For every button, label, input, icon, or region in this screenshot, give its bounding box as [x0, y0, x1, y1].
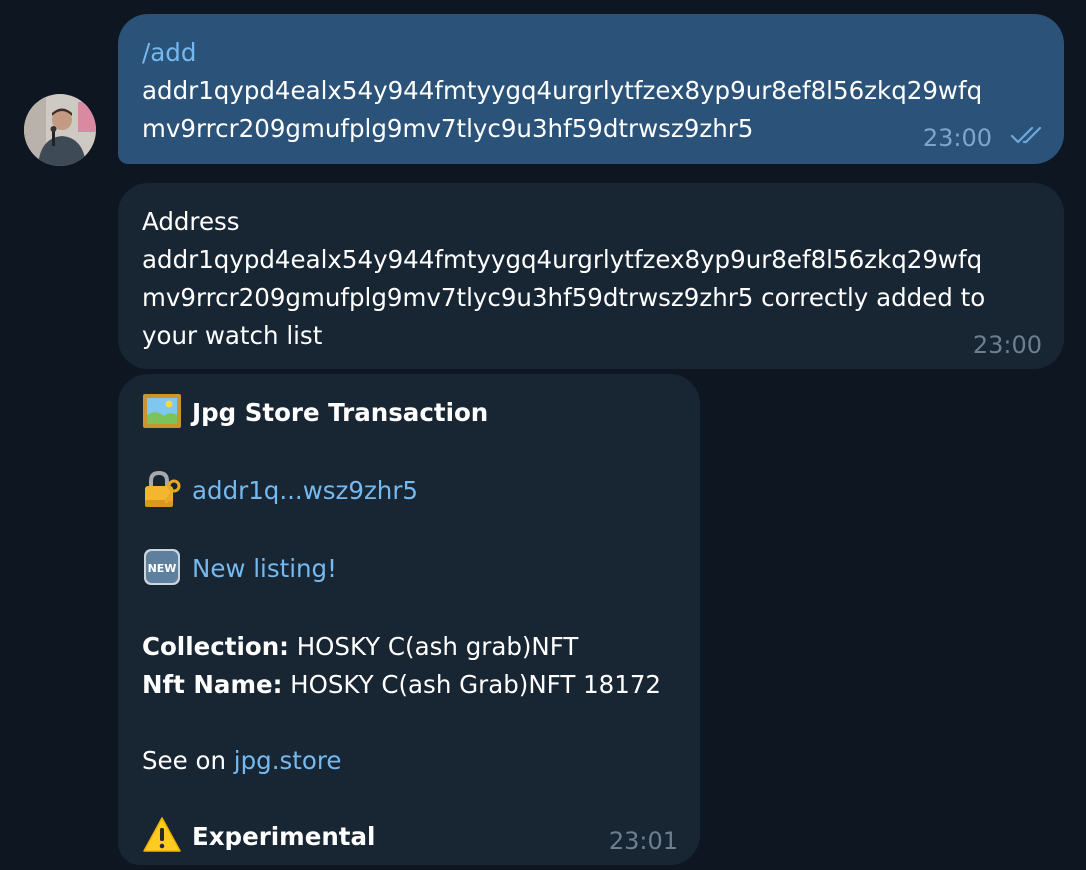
collection-row: Collection: HOSKY C(ash grab)NFT — [142, 628, 676, 666]
address-row: addr1q...wsz9zhr5 — [142, 469, 676, 512]
double-check-icon — [1010, 124, 1050, 150]
collection-label: Collection: — [142, 632, 289, 661]
transaction-notification-message[interactable]: Jpg Store Transaction addr1q...wsz9zhr5 … — [118, 374, 700, 865]
address-short-link[interactable]: addr1q...wsz9zhr5 — [192, 476, 418, 505]
reply-line-2: addr1qypd4ealx54y944fmtyygq4urgrlytfzex8… — [142, 245, 983, 274]
command-link[interactable]: /add — [142, 34, 1040, 72]
svg-text:NEW: NEW — [148, 562, 177, 575]
collection-value: HOSKY C(ash grab)NFT — [288, 632, 579, 661]
reply-line-4: your watch list — [142, 321, 323, 350]
message-time: 23:01 — [608, 827, 678, 855]
reply-line-3: mv9rrcr209gmufplg9mv7tlyc9u3hf59dtrwsz9z… — [142, 283, 986, 312]
experimental-row: Experimental — [142, 815, 676, 858]
reply-line-1: Address — [142, 207, 240, 236]
bot-reply-message[interactable]: Address addr1qypd4ealx54y944fmtyygq4urgr… — [118, 183, 1064, 369]
outgoing-message[interactable]: /add addr1qypd4ealx54y944fmtyygq4urgrlyt… — [118, 14, 1064, 164]
sender-avatar[interactable] — [24, 94, 96, 166]
address-text-line-2: mv9rrcr209gmufplg9mv7tlyc9u3hf59dtrwsz9z… — [142, 114, 754, 143]
experimental-label: Experimental — [192, 822, 376, 851]
see-on-row: See on jpg.store — [142, 742, 676, 780]
new-listing-link[interactable]: New listing! — [192, 554, 337, 583]
nft-name-row: Nft Name: HOSKY C(ash Grab)NFT 18172 — [142, 666, 676, 704]
see-on-text: See on — [142, 746, 234, 775]
jpg-store-link[interactable]: jpg.store — [234, 746, 342, 775]
nft-name-label: Nft Name: — [142, 670, 283, 699]
message-time: 23:00 — [972, 331, 1042, 359]
warning-icon — [142, 815, 182, 855]
framed-picture-icon — [142, 391, 182, 431]
message-time: 23:00 — [922, 124, 992, 152]
locked-with-key-icon — [142, 469, 182, 509]
new-listing-row: NEW New listing! — [142, 547, 676, 590]
address-text-line-1: addr1qypd4ealx54y944fmtyygq4urgrlytfzex8… — [142, 76, 983, 105]
notification-title-row: Jpg Store Transaction — [142, 394, 676, 434]
nft-name-value: HOSKY C(ash Grab)NFT 18172 — [282, 670, 662, 699]
notification-title: Jpg Store Transaction — [192, 398, 489, 427]
new-button-icon: NEW — [142, 547, 182, 587]
